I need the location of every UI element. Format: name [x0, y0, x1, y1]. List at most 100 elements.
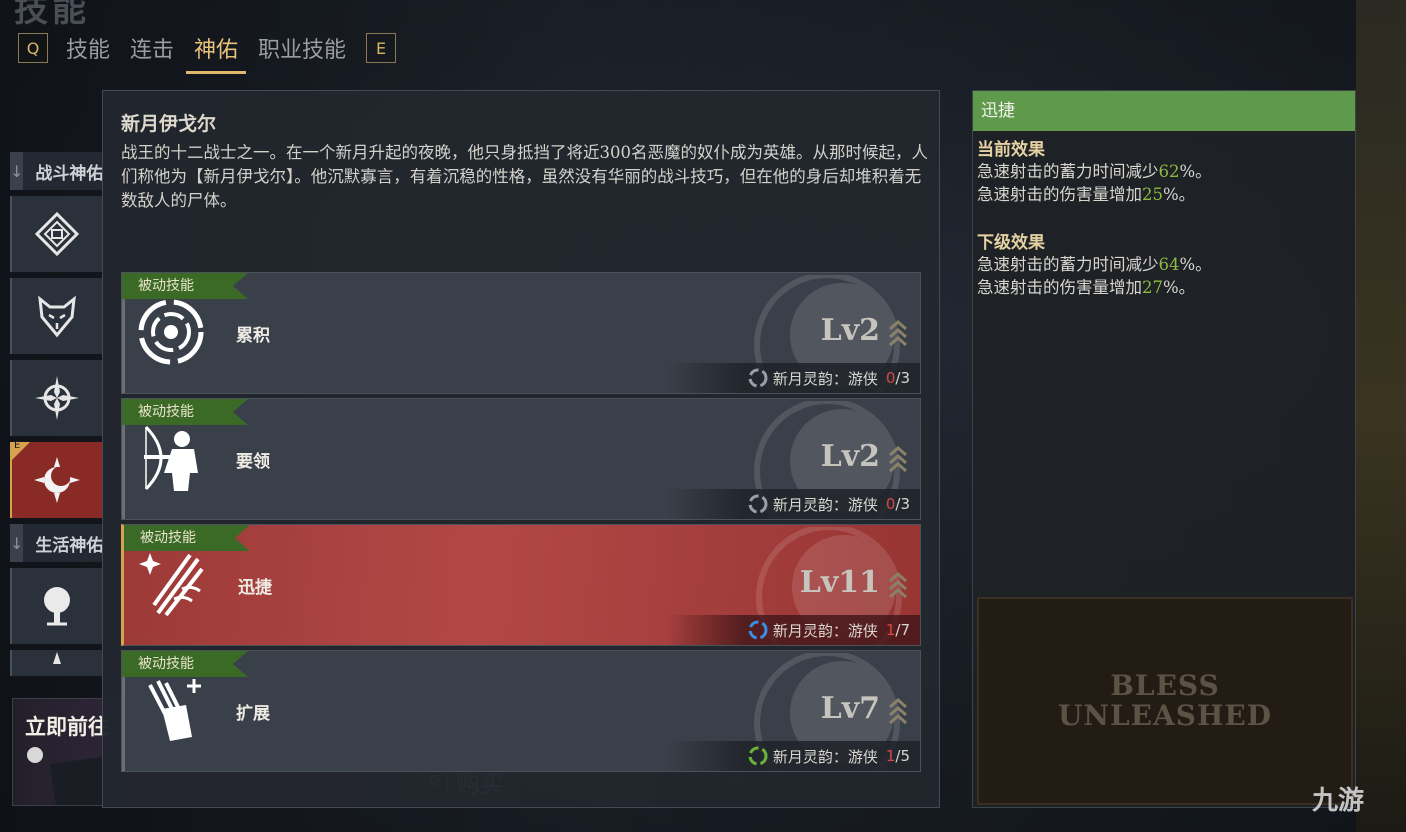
skill-level: Lv7	[820, 691, 880, 726]
skill-card-selected[interactable]: 被动技能 迅捷 Lv11 新月灵韵：游侠 1/7	[121, 524, 921, 646]
section-combat-blessing[interactable]: ↓ 战斗神佑	[10, 152, 104, 190]
resonance-label: 新月灵韵：游侠	[772, 747, 878, 766]
resonance-row: 新月灵韵：游侠 0/3	[666, 489, 920, 519]
spiral-eye-icon	[138, 299, 204, 365]
passive-tag: 被动技能	[122, 651, 248, 677]
resonance-max: /7	[895, 621, 910, 639]
card-edge	[122, 299, 125, 393]
upgrade-chevron-icon	[889, 698, 907, 725]
blessing-detail-panel: 新月伊戈尔 战王的十二战士之一。在一个新月升起的夜晚，他只身抵挡了将近300名恶…	[102, 90, 940, 808]
logo-line-1: BLESS	[1110, 669, 1220, 702]
current-effect-section: 当前效果 急速射击的蓄力时间减少62%。 急速射击的伤害量增加25%。	[973, 131, 1355, 206]
resonance-max: /3	[895, 495, 910, 513]
resonance-row: 新月灵韵：游侠 1/7	[666, 615, 920, 645]
resonance-current: 1	[885, 621, 896, 639]
card-edge	[122, 425, 125, 519]
effect-text: 急速射击的伤害量增加	[977, 185, 1142, 204]
next-effect-header: 下级效果	[977, 233, 1045, 253]
blessing-slot-2[interactable]	[10, 278, 102, 354]
resonance-current: 1	[885, 747, 896, 765]
blessing-slot-1[interactable]	[10, 196, 102, 272]
blessing-sidebar: ↓ 战斗神佑 E ↓ 生活神佑	[10, 152, 104, 682]
site-watermark: 九游	[1312, 786, 1365, 816]
effect-suffix: %。	[1163, 185, 1196, 204]
skill-card[interactable]: 被动技能 扩展 Lv7 新月灵韵：游侠 1/5	[121, 650, 921, 772]
upgrade-chevron-icon	[889, 572, 907, 599]
resonance-blue-icon	[748, 620, 768, 640]
next-effect-section: 下级效果 急速射击的蓄力时间减少64%。 急速射击的伤害量增加27%。	[973, 224, 1355, 299]
skill-level: Lv11	[799, 565, 880, 600]
skill-name: 累积	[236, 326, 270, 346]
logo-line-2: UNLEASHED	[1057, 699, 1273, 732]
equipped-key-label: E	[14, 440, 21, 451]
skill-card[interactable]: 被动技能 要领 Lv2 新月灵韵：游侠 0/3	[121, 398, 921, 520]
skill-effect-panel: 迅捷 当前效果 急速射击的蓄力时间减少62%。 急速射击的伤害量增加25%。 下…	[972, 90, 1356, 808]
resonance-label: 新月灵韵：游侠	[772, 621, 878, 640]
effect-text: 急速射击的伤害量增加	[977, 278, 1142, 297]
blessing-slot-partial[interactable]	[10, 650, 102, 676]
tree-icon	[44, 587, 70, 626]
upgrade-chevron-icon	[889, 446, 907, 473]
effect-text: 急速射击的蓄力时间减少	[977, 255, 1159, 274]
skill-name: 扩展	[236, 704, 270, 724]
collapse-arrow-icon[interactable]: ↓	[10, 152, 24, 190]
resonance-row: 新月灵韵：游侠 0/3	[666, 363, 920, 393]
section-label: 战斗神佑	[35, 163, 104, 184]
upgrade-chevron-icon	[889, 320, 907, 347]
skill-name: 要领	[236, 452, 270, 472]
quiver-plus-icon	[148, 679, 201, 741]
blessing-slot-tree[interactable]	[10, 568, 102, 644]
tab-combo[interactable]: 连击	[128, 30, 176, 66]
skill-name: 迅捷	[238, 578, 272, 598]
tab-blessing[interactable]: 神佑	[186, 30, 247, 74]
flame-icon	[53, 652, 61, 664]
effect-suffix: %。	[1163, 278, 1196, 297]
effect-suffix: %。	[1179, 255, 1212, 274]
promo-title: 立即前往	[25, 715, 109, 739]
tab-skills[interactable]: 技能	[64, 30, 112, 66]
resonance-green-icon	[748, 746, 768, 766]
blessing-name: 新月伊戈尔	[121, 113, 217, 135]
archer-icon	[144, 425, 198, 491]
resonance-max: /5	[895, 747, 910, 765]
passive-tag: 被动技能	[122, 273, 248, 299]
tab-class-skills[interactable]: 职业技能	[256, 30, 348, 66]
skill-card[interactable]: 被动技能 累积 Lv2 新月灵韵：游侠 0/3	[121, 272, 921, 394]
effect-value: 25	[1142, 185, 1163, 204]
effect-line: 急速射击的蓄力时间减少62%。	[977, 160, 1351, 183]
collapse-arrow-icon[interactable]: ↓	[10, 524, 24, 562]
effect-line: 急速射击的伤害量增加27%。	[977, 276, 1351, 299]
resonance-current: 0	[885, 369, 896, 387]
background-art-right	[1356, 0, 1406, 832]
passive-tag: 被动技能	[124, 525, 250, 551]
prev-tab-key[interactable]: Q	[18, 33, 48, 63]
compass-star-icon	[35, 376, 79, 420]
effect-suffix: %。	[1179, 162, 1212, 181]
resonance-grey-icon	[748, 494, 768, 514]
effect-value: 62	[1158, 162, 1180, 181]
skill-level: Lv2	[820, 313, 880, 348]
effect-line: 急速射击的蓄力时间减少64%。	[977, 253, 1351, 276]
blessing-slot-crescent-selected[interactable]: E	[10, 440, 102, 518]
section-life-blessing[interactable]: ↓ 生活神佑	[10, 524, 103, 562]
crescent-star-icon	[34, 457, 80, 503]
resonance-current: 0	[885, 495, 896, 513]
effect-value: 27	[1142, 278, 1163, 297]
tab-bar: Q 技能 连击 神佑 职业技能 E	[18, 28, 397, 74]
card-edge	[122, 677, 125, 771]
window-title: 技能	[14, 0, 90, 30]
blessing-description: 战王的十二战士之一。在一个新月升起的夜晚，他只身抵挡了将近300名恶魔的奴仆成为…	[121, 143, 928, 210]
resonance-max: /3	[895, 369, 910, 387]
swift-arrows-icon	[139, 553, 204, 617]
resonance-label: 新月灵韵：游侠	[772, 369, 878, 388]
blessing-slot-3[interactable]	[10, 360, 102, 436]
effect-skill-title: 迅捷	[973, 91, 1355, 131]
skill-level: Lv2	[820, 439, 880, 474]
diamond-rune-icon	[35, 212, 79, 256]
passive-tag: 被动技能	[122, 399, 248, 425]
next-tab-key[interactable]: E	[366, 33, 397, 63]
effect-text: 急速射击的蓄力时间减少	[977, 162, 1159, 181]
resonance-label: 新月灵韵：游侠	[772, 495, 878, 514]
resonance-row: 新月灵韵：游侠 1/5	[666, 741, 920, 771]
wolf-head-icon	[38, 295, 76, 338]
